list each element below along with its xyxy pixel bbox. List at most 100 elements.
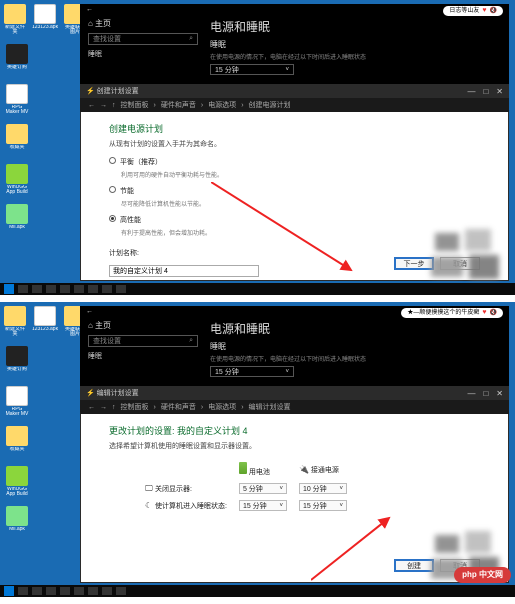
display-plugged-select[interactable]: 10 分钟˅	[299, 483, 347, 494]
chevron-down-icon: ˅	[279, 503, 283, 509]
display-battery-select[interactable]: 5 分钟˅	[239, 483, 287, 494]
sound-icon: 🔇	[490, 308, 497, 318]
crumb[interactable]: 控制面板	[121, 402, 149, 412]
row-label-sleep: 使计算机进入睡眠状态:	[155, 503, 227, 510]
window-title: ⚡ 编辑计划设置	[86, 388, 139, 398]
heart-icon: ♥	[482, 308, 486, 318]
close-button[interactable]: ✕	[496, 389, 503, 398]
sidebar-item-sleep[interactable]: 睡眠	[88, 351, 198, 361]
chevron-down-icon: ˅	[285, 369, 289, 375]
battery-icon	[239, 462, 247, 474]
display-icon: 🖵	[145, 484, 155, 494]
notification-pill[interactable]: ★—顺便摸摸这个的牛皮癣 ♥ 🔇	[401, 308, 503, 318]
section-hint: 在使用电源的情况下，电脑在经过以下时间后进入睡眠状态	[210, 354, 501, 363]
search-input[interactable]: 查找设置 ⌕	[88, 33, 198, 45]
taskbar[interactable]	[0, 585, 515, 597]
home-link[interactable]: ⌂ 主页	[88, 18, 198, 29]
start-button[interactable]	[4, 586, 14, 596]
close-button[interactable]: ✕	[496, 87, 503, 96]
minimize-button[interactable]: —	[467, 87, 475, 96]
desktop-app[interactable]: 英雄订购	[4, 44, 30, 78]
settings-sidebar: ⌂ 主页 查找设置 ⌕ 睡眠	[88, 18, 198, 75]
settings-sidebar: ⌂ 主页 查找设置⌕ 睡眠	[88, 320, 198, 377]
radio-desc: 尽可能降低计算机性能以节能。	[121, 199, 205, 208]
nav-back[interactable]: ←	[88, 404, 95, 411]
breadcrumb: ← → ↑ 控制面板› 硬件和声音› 电源选项› 编辑计划设置	[80, 400, 509, 414]
sidebar-item-sleep[interactable]: 睡眠	[88, 49, 198, 59]
desktop-app[interactable]: RPG Maker MV	[4, 386, 30, 420]
nav-up[interactable]: ↑	[112, 404, 116, 411]
sleep-plugged-select[interactable]: 15 分钟˅	[299, 500, 347, 511]
search-icon: ⌕	[189, 337, 193, 345]
sleep-battery-select[interactable]: 15 分钟˅	[239, 500, 287, 511]
nav-fwd[interactable]: →	[100, 404, 107, 411]
desktop-app[interactable]: Mil.apk	[4, 204, 30, 238]
panel-sub: 选择希望计算机使用的睡眠设置和显示器设置。	[109, 441, 480, 451]
search-input[interactable]: 查找设置⌕	[88, 335, 198, 347]
desktop-folder[interactable]: 新建文件夹	[4, 306, 26, 340]
window-title: ⚡ 创建计划设置	[86, 86, 139, 96]
screenshot-2: 新建文件夹 123123.apk 英雄联盟图片 英雄订购 RPG Maker M…	[0, 302, 515, 597]
sleep-icon: ☾	[145, 501, 155, 510]
nav-fwd[interactable]: →	[100, 102, 107, 109]
nav-up[interactable]: ↑	[112, 102, 116, 109]
crumb-current: 创建电源计划	[249, 100, 291, 110]
desktop-app[interactable]: 英雄订购	[4, 346, 30, 380]
home-link[interactable]: ⌂ 主页	[88, 320, 198, 331]
radio-highperf[interactable]: 高性能	[109, 215, 480, 225]
watermark: php 中文网	[454, 567, 511, 583]
desktop-folder[interactable]: 收藏夹	[4, 426, 30, 460]
crumb[interactable]: 硬件和声音	[161, 100, 196, 110]
start-button[interactable]	[4, 284, 14, 294]
back-button[interactable]: ←	[86, 6, 93, 16]
crumb-current: 编辑计划设置	[249, 402, 291, 412]
desktop-app[interactable]: WinUGG App Build	[4, 466, 30, 500]
radio-balanced[interactable]: 平衡（推荐）	[109, 157, 480, 167]
chevron-down-icon: ˅	[279, 486, 283, 492]
crumb[interactable]: 控制面板	[121, 100, 149, 110]
section-title: 睡眠	[210, 341, 501, 352]
chevron-down-icon: ˅	[339, 503, 343, 509]
row-label-display: 关闭显示器:	[155, 486, 192, 493]
search-icon: ⌕	[189, 35, 193, 43]
desktop-icons: 新建文件夹 123123.apk 英雄联盟图片 英雄订购 RPG Maker M…	[4, 306, 64, 540]
heart-icon: ♥	[482, 6, 486, 16]
maximize-button[interactable]: □	[483, 389, 488, 398]
settings-table: 用电池 🔌 接通电源 🖵关闭显示器: 5 分钟˅ 10 分钟˅ ☾使计算机进入睡…	[139, 459, 353, 514]
section-hint: 在使用电源的情况下，电脑在经过以下时间后进入睡眠状态	[210, 52, 501, 61]
section-title: 睡眠	[210, 39, 501, 50]
settings-main: 电源和睡眠 睡眠 在使用电源的情况下，电脑在经过以下时间后进入睡眠状态 15 分…	[210, 18, 501, 75]
taskbar[interactable]	[0, 283, 515, 295]
radio-powersave[interactable]: 节能	[109, 186, 480, 196]
settings-main: 电源和睡眠 睡眠 在使用电源的情况下，电脑在经过以下时间后进入睡眠状态 15 分…	[210, 320, 501, 377]
page-title: 电源和睡眠	[210, 320, 501, 337]
chevron-down-icon: ˅	[285, 67, 289, 73]
radio-desc: 利用可用的硬件自动平衡功耗与性能。	[121, 170, 223, 179]
desktop-app[interactable]: Mil.apk	[4, 506, 30, 540]
nav-back[interactable]: ←	[88, 102, 95, 109]
desktop-folder[interactable]: 收藏夹	[4, 124, 30, 158]
radio-desc: 有利于提高性能，但会增加功耗。	[121, 228, 211, 237]
crumb[interactable]: 硬件和声音	[161, 402, 196, 412]
crumb[interactable]: 电源选项	[208, 402, 236, 412]
annotation-arrow	[311, 514, 401, 584]
desktop-icons: 新建文件夹 123123.apk 英雄联盟图片 英雄订购 RPG Maker M…	[4, 4, 64, 238]
desktop-app[interactable]: RPG Maker MV	[4, 84, 30, 118]
maximize-button[interactable]: □	[483, 87, 488, 96]
desktop-file[interactable]: 123123.apk	[32, 4, 58, 38]
desktop-folder[interactable]: 新建文件夹	[4, 4, 26, 38]
sleep-timeout-select[interactable]: 15 分钟 ˅	[210, 64, 294, 75]
plan-name-input[interactable]	[109, 265, 259, 277]
crumb[interactable]: 电源选项	[208, 100, 236, 110]
chevron-down-icon: ˅	[339, 486, 343, 492]
minimize-button[interactable]: —	[467, 389, 475, 398]
back-button[interactable]: ←	[86, 308, 93, 318]
desktop-app[interactable]: WinUGG App Build	[4, 164, 30, 198]
col-battery: 用电池	[233, 459, 293, 480]
settings-window: ← ★—顺便摸摸这个的牛皮癣 ♥ 🔇 ⌂ 主页 查找设置⌕ 睡眠 电源和睡眠 睡…	[80, 306, 509, 386]
desktop-file[interactable]: 123123.apk	[32, 306, 58, 340]
notification-pill[interactable]: 日志等山友 ♥ 🔇	[443, 6, 503, 16]
page-title: 电源和睡眠	[210, 18, 501, 35]
blur-overlay	[425, 227, 515, 283]
sleep-timeout-select[interactable]: 15 分钟 ˅	[210, 366, 294, 377]
